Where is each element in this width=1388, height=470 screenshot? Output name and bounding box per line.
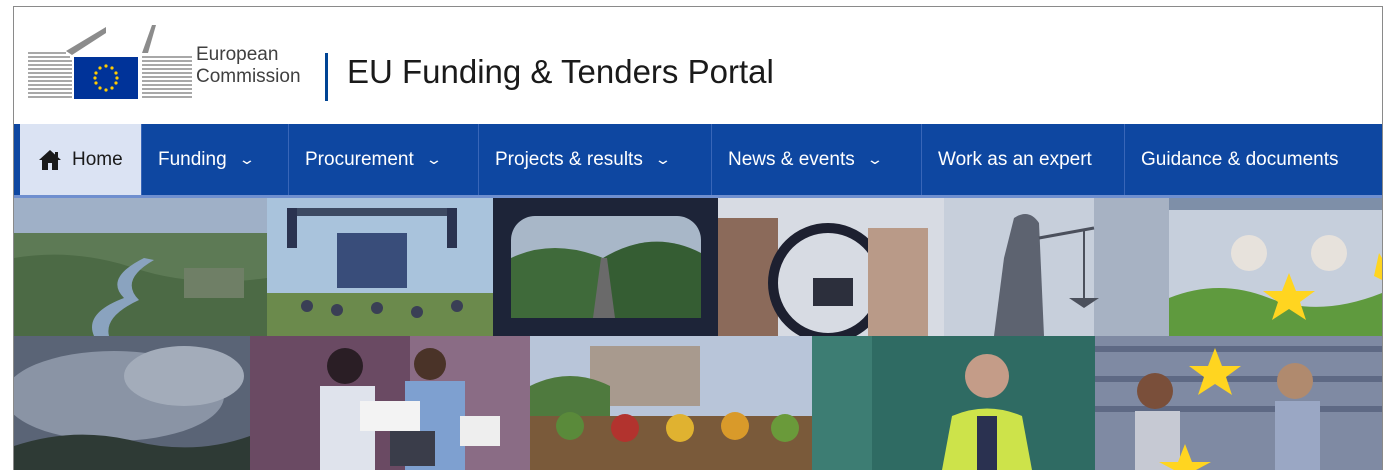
home-icon bbox=[39, 149, 61, 170]
concert-stage-image bbox=[267, 198, 493, 336]
hero-image-mosaic bbox=[14, 198, 1382, 470]
nav-item-expert[interactable]: Work as an expert bbox=[922, 124, 1125, 195]
train-window-image bbox=[493, 198, 718, 336]
logo-text: European Commission bbox=[196, 44, 301, 88]
ring-light-camera-image bbox=[718, 198, 944, 336]
nav-item-news[interactable]: News & events ⌄ bbox=[712, 124, 922, 195]
portal-frame: European Commission EU Funding & Tenders… bbox=[13, 6, 1383, 470]
business-meeting-image bbox=[250, 336, 530, 470]
nav-item-projects[interactable]: Projects & results ⌄ bbox=[479, 124, 712, 195]
nav-home-label: Home bbox=[72, 148, 123, 170]
site-header: European Commission EU Funding & Tenders… bbox=[14, 7, 1382, 124]
nav-procurement-label: Procurement bbox=[305, 148, 414, 170]
nav-item-procurement[interactable]: Procurement ⌄ bbox=[289, 124, 479, 195]
chevron-down-icon: ⌄ bbox=[237, 151, 256, 167]
nav-expert-label: Work as an expert bbox=[938, 148, 1092, 170]
forest-fire-smoke-image bbox=[14, 336, 250, 470]
nav-guidance-label: Guidance & documents bbox=[1141, 148, 1339, 170]
nav-projects-label: Projects & results bbox=[495, 148, 643, 170]
logo-line-commission: Commission bbox=[196, 66, 301, 87]
portal-title[interactable]: EU Funding & Tenders Portal bbox=[347, 53, 774, 91]
nav-item-funding[interactable]: Funding ⌄ bbox=[142, 124, 289, 195]
chevron-down-icon: ⌄ bbox=[653, 151, 672, 167]
nav-item-guidance[interactable]: Guidance & documents bbox=[1125, 124, 1382, 195]
worker-hi-vis-image bbox=[812, 336, 1095, 470]
chevron-down-icon: ⌄ bbox=[865, 151, 884, 167]
chevron-down-icon: ⌄ bbox=[424, 151, 443, 167]
logo-line-european: European bbox=[196, 44, 279, 65]
nav-item-home[interactable]: Home bbox=[14, 124, 142, 195]
main-nav: Home Funding ⌄ Procurement ⌄ Projects & … bbox=[14, 124, 1382, 198]
nav-funding-label: Funding bbox=[158, 148, 227, 170]
logo-divider bbox=[325, 53, 328, 101]
lady-justice-image bbox=[944, 198, 1169, 336]
landscape-river-image bbox=[14, 198, 267, 336]
library-students-image bbox=[1095, 336, 1382, 470]
nav-news-label: News & events bbox=[728, 148, 855, 170]
lab-greenhouse-image bbox=[1169, 198, 1382, 336]
ec-building-icon bbox=[28, 25, 192, 99]
market-vegetables-image bbox=[530, 336, 812, 470]
